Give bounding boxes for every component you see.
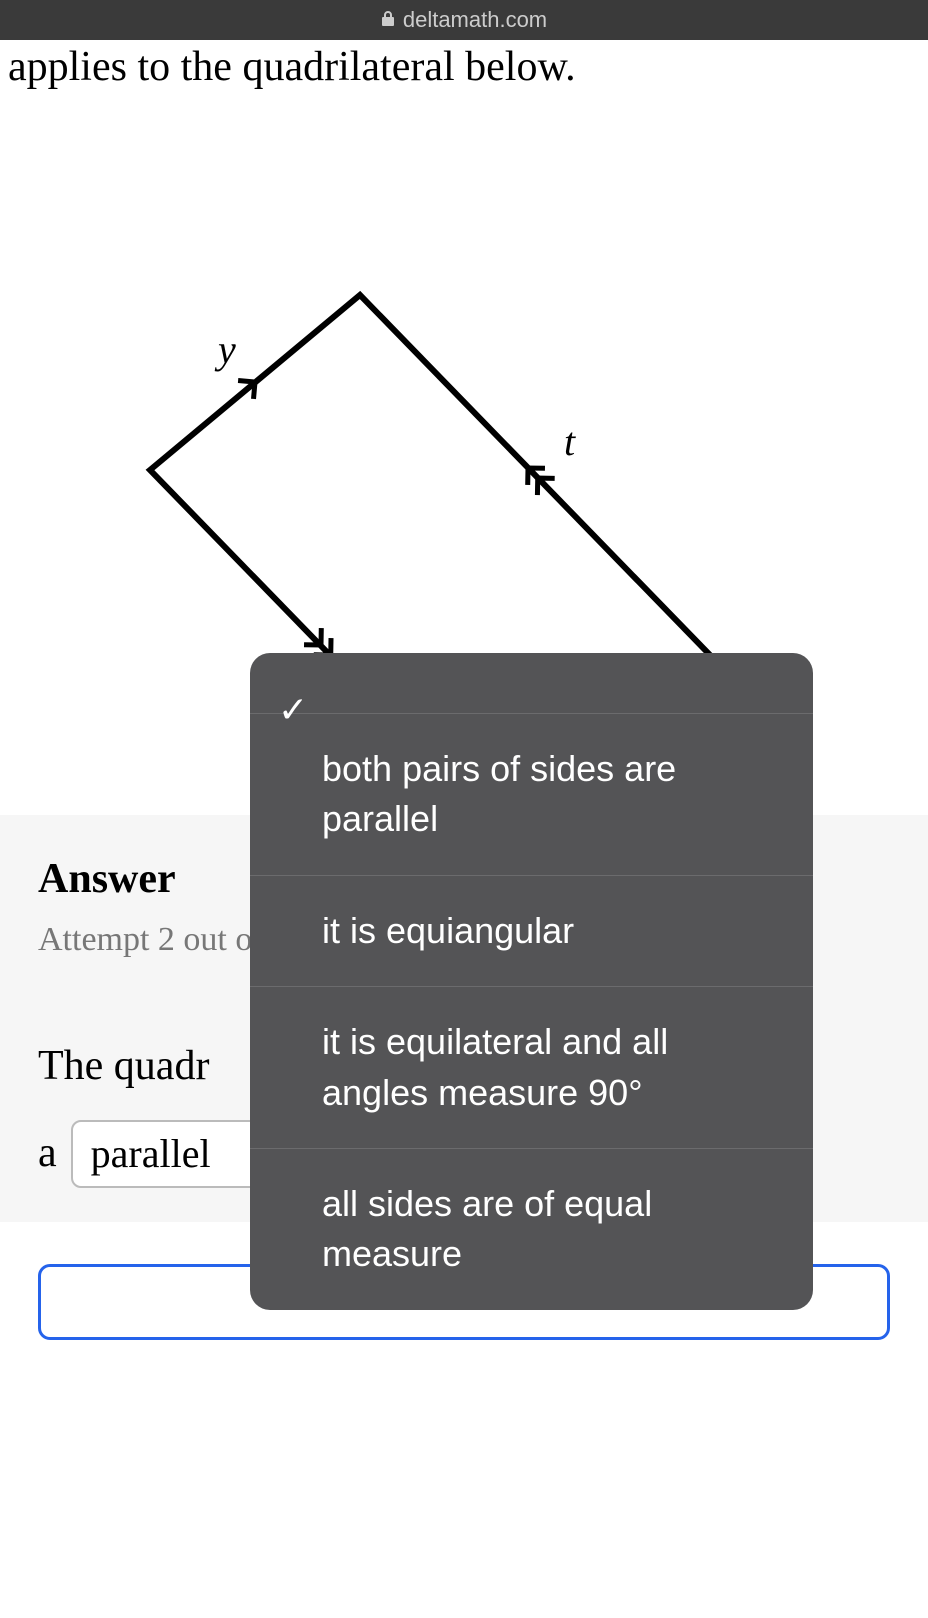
question-text: applies to the quadrilateral below. (0, 40, 928, 95)
diagram-label-y: y (214, 327, 236, 372)
browser-domain: deltamath.com (403, 7, 547, 33)
sentence-part-2: a (38, 1116, 57, 1192)
dropdown-option-equilateral-90[interactable]: it is equilateral and all angles measure… (250, 987, 813, 1149)
dropdown-menu: ✓ both pairs of sides are parallel it is… (250, 653, 813, 1310)
dropdown-option-none[interactable]: ✓ (250, 653, 813, 714)
browser-address-bar: deltamath.com (0, 0, 928, 40)
diagram-label-t-right: t (564, 419, 576, 464)
dropdown-option-parallel[interactable]: both pairs of sides are parallel (250, 714, 813, 876)
dropdown-option-equal-sides[interactable]: all sides are of equal measure (250, 1149, 813, 1310)
sentence-part-1: The quadr (38, 1029, 209, 1105)
quadrilateral-diagram: y t t (0, 95, 928, 715)
dropdown-option-equiangular[interactable]: it is equiangular (250, 876, 813, 987)
lock-icon (381, 10, 395, 31)
